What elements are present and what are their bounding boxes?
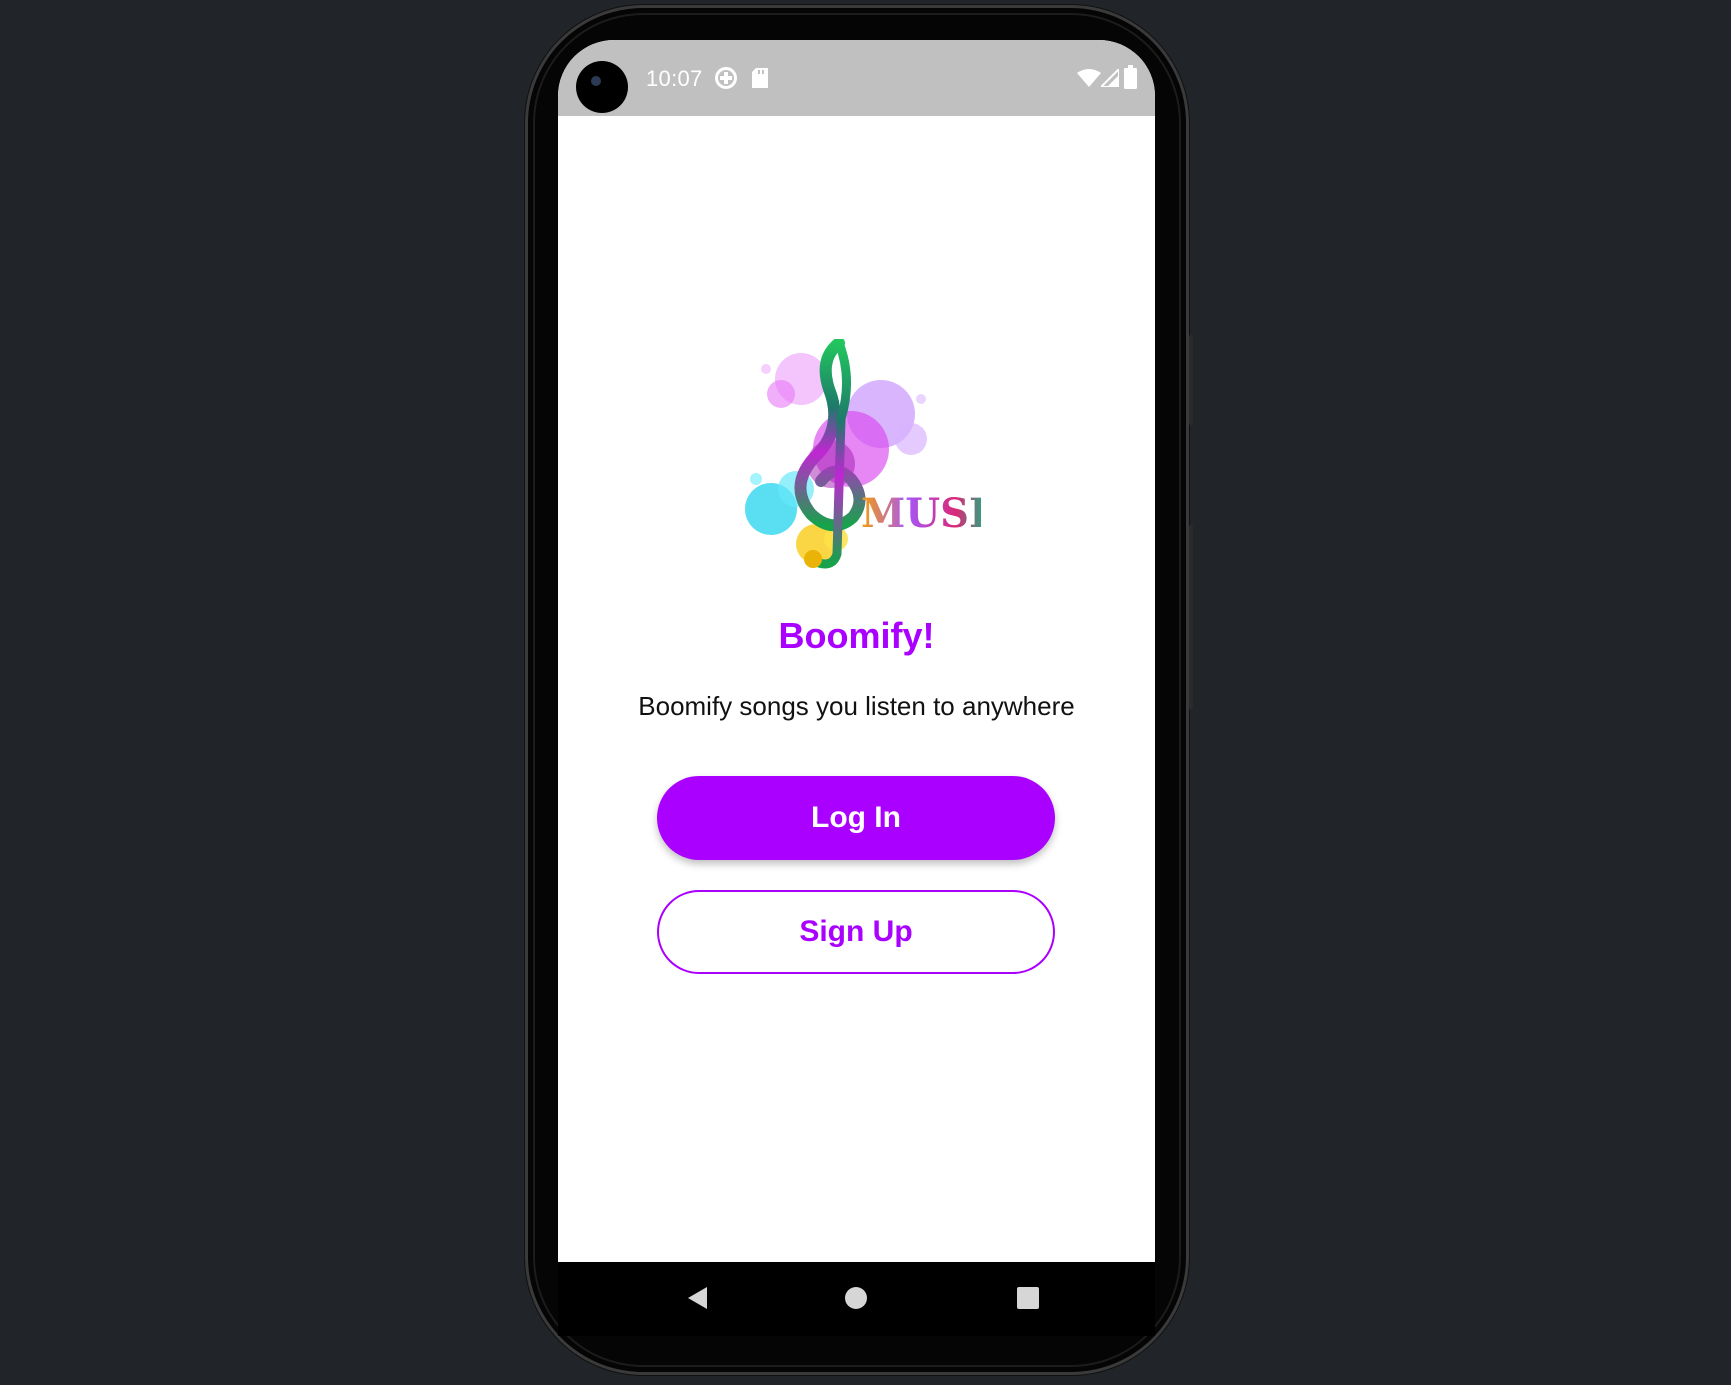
- logo-text: MUSIC: [861, 490, 981, 537]
- status-bar: 10:07: [558, 40, 1155, 116]
- data-saver-icon: [715, 67, 737, 89]
- login-button[interactable]: Log In: [657, 776, 1055, 860]
- signup-button[interactable]: Sign Up: [657, 890, 1055, 974]
- home-button[interactable]: [836, 1278, 876, 1318]
- back-icon: [688, 1287, 707, 1309]
- music-logo: MUSIC: [745, 339, 981, 569]
- wifi-icon: [1077, 69, 1101, 87]
- navigation-bar: [558, 1262, 1155, 1336]
- app-tagline: Boomify songs you listen to anywhere: [638, 691, 1075, 721]
- back-button[interactable]: [678, 1278, 718, 1318]
- power-button: [1189, 525, 1193, 710]
- front-camera: [576, 61, 628, 113]
- app-title: Boomify!: [778, 615, 935, 656]
- home-icon: [845, 1287, 867, 1309]
- camera-lens: [591, 76, 601, 86]
- volume-button: [1189, 335, 1193, 425]
- status-time: 10:07: [646, 66, 703, 91]
- sd-card-icon: [752, 68, 768, 88]
- recents-button[interactable]: [1008, 1278, 1048, 1318]
- phone-screen: 10:07 MUSI Boomify! Boomify songs you li…: [558, 40, 1155, 1262]
- welcome-screen: MUSIC Boomify! Boomify songs you listen …: [558, 116, 1155, 1262]
- signal-icon: [1101, 69, 1119, 87]
- battery-icon: [1124, 65, 1137, 89]
- recents-icon: [1017, 1287, 1039, 1309]
